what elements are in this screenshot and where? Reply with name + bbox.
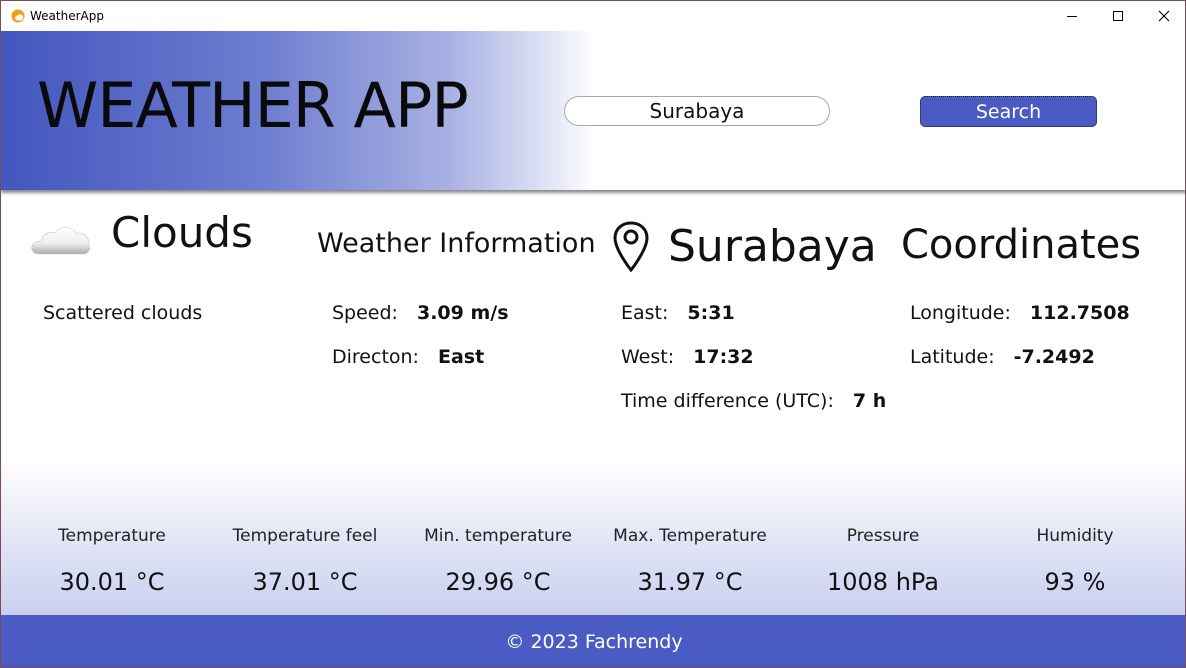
latitude-value: -7.2492 [1013, 346, 1095, 368]
longitude-label: Longitude: [910, 302, 1011, 324]
time-difference-label: Time difference (UTC): [621, 390, 834, 412]
weather-main: Clouds [111, 208, 253, 257]
direction-value: East [437, 346, 485, 368]
weather-information-heading: Weather Information [317, 228, 596, 259]
west-label: West: [621, 346, 675, 368]
coordinates-heading: Coordinates [901, 222, 1142, 268]
app-icon [11, 9, 25, 23]
search-button[interactable]: Search [920, 96, 1097, 127]
stat-value: 37.01 °C [252, 568, 358, 596]
stats-panel: Temperature 30.01 °C Temperature feel 37… [1, 459, 1185, 615]
stat-label: Temperature feel [232, 526, 378, 546]
east-label: East: [621, 302, 669, 324]
stat-value: 29.96 °C [445, 568, 551, 596]
west-field: West: 17:32 [621, 346, 754, 368]
stat-label: Humidity [1036, 526, 1114, 546]
speed-field: Speed: 3.09 m/s [332, 302, 509, 324]
stat-value: 31.97 °C [637, 568, 743, 596]
longitude-value: 112.7508 [1029, 302, 1130, 324]
location-pin-icon [613, 221, 649, 272]
direction-field: Directon: East [332, 346, 484, 368]
close-icon [1158, 10, 1170, 22]
stat-value: 93 % [1044, 568, 1106, 596]
app-title: WEATHER APP [37, 69, 469, 142]
stat-value: 30.01 °C [59, 568, 165, 596]
close-button[interactable] [1141, 1, 1185, 31]
latitude-label: Latitude: [910, 346, 995, 368]
window-title: WeatherApp [30, 9, 104, 23]
minimize-button[interactable] [1049, 1, 1095, 31]
cloud-icon [31, 227, 90, 255]
stat-value: 1008 hPa [826, 568, 940, 596]
maximize-button[interactable] [1095, 1, 1141, 31]
app-window: WeatherApp WEATHER APP Search Clouds Sca… [0, 0, 1186, 668]
west-value: 17:32 [693, 346, 754, 368]
maximize-icon [1113, 11, 1123, 21]
speed-value: 3.09 m/s [416, 302, 509, 324]
speed-label: Speed: [332, 302, 398, 324]
stat-label: Pressure [846, 526, 920, 546]
latitude-field: Latitude: -7.2492 [910, 346, 1095, 368]
minimize-icon [1067, 16, 1077, 17]
city-search-input[interactable] [564, 96, 830, 126]
time-difference-value: 7 h [852, 390, 887, 412]
stat-label: Max. Temperature [613, 526, 767, 546]
city-name: Surabaya [668, 221, 877, 272]
longitude-field: Longitude: 112.7508 [910, 302, 1130, 324]
stat-label: Temperature [58, 526, 166, 546]
east-value: 5:31 [687, 302, 735, 324]
east-field: East: 5:31 [621, 302, 735, 324]
footer: © 2023 Fachrendy [1, 615, 1185, 667]
title-bar[interactable]: WeatherApp [1, 1, 1185, 31]
time-difference-field: Time difference (UTC): 7 h [621, 390, 886, 412]
header: WEATHER APP Search [1, 31, 1185, 190]
weather-description: Scattered clouds [43, 302, 203, 324]
direction-label: Directon: [332, 346, 419, 368]
stat-label: Min. temperature [424, 526, 572, 546]
